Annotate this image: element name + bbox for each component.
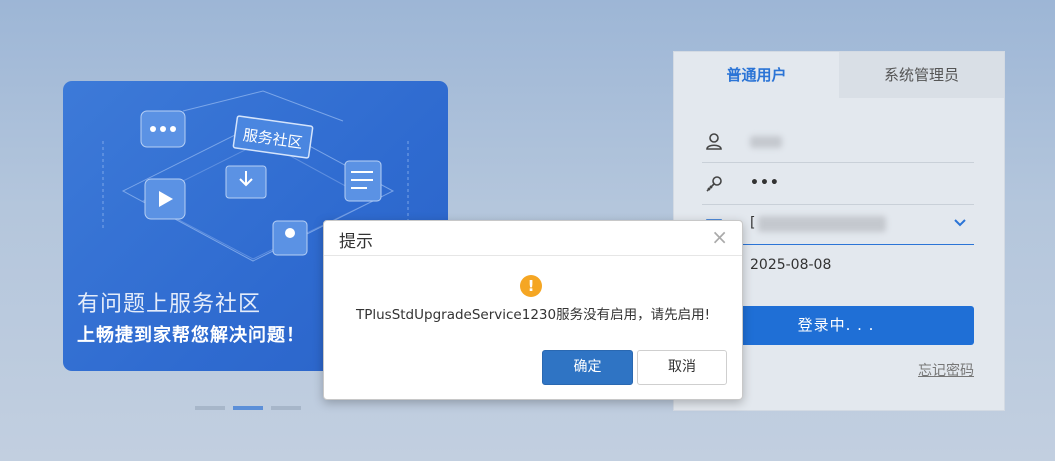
carousel-dot-2[interactable] [233, 406, 263, 410]
banner-subtitle: 上畅捷到家帮您解决问题！ [77, 325, 305, 346]
carousel-dot-1[interactable] [195, 406, 225, 410]
dialog-title: 提示 [339, 232, 373, 252]
user-icon [706, 133, 722, 150]
alert-dialog: 提示 × ! TPlusStdUpgradeService1230服务没有启用，… [323, 220, 743, 400]
banner-title: 有问题上服务社区 [77, 292, 262, 317]
ok-button[interactable]: 确定 [542, 350, 633, 385]
tab-normal-user[interactable]: 普通用户 [674, 52, 839, 98]
account-value: [ [750, 215, 756, 231]
close-icon[interactable]: × [711, 227, 728, 247]
dialog-header: 提示 × [324, 221, 742, 256]
warning-icon: ! [520, 275, 542, 297]
cancel-button[interactable]: 取消 [637, 350, 727, 385]
account-redacted [758, 216, 886, 232]
password-field[interactable]: ••• [702, 164, 974, 205]
carousel-dot-3[interactable] [271, 406, 301, 410]
date-value: 2025-08-08 [750, 257, 832, 273]
tab-system-admin[interactable]: 系统管理员 [839, 52, 1004, 98]
dialog-message: TPlusStdUpgradeService1230服务没有启用，请先启用! [355, 307, 711, 323]
password-value: ••• [750, 175, 780, 191]
username-redacted [750, 136, 782, 148]
forgot-password-link[interactable]: 忘记密码 [918, 360, 974, 380]
chevron-down-icon[interactable] [954, 218, 966, 228]
username-field[interactable] [702, 122, 974, 163]
key-icon [706, 176, 722, 192]
login-tabs: 普通用户 系统管理员 [674, 52, 1004, 98]
